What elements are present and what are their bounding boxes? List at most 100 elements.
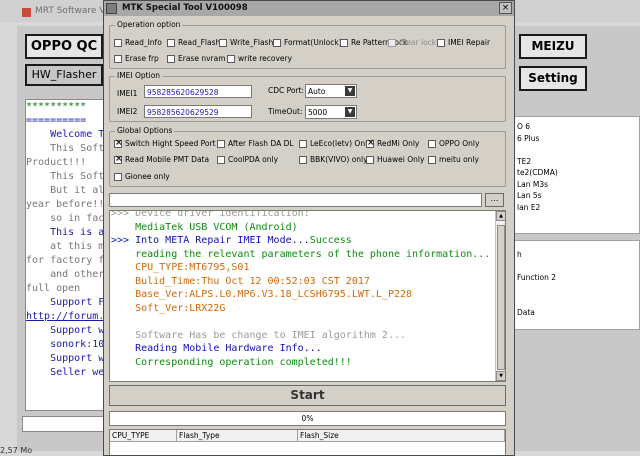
chevron-down-icon[interactable]: ▼ — [345, 107, 355, 117]
log-line: Base_Ver:ALPS.L0.MP6.V3.18_LCSH6795.LWT.… — [111, 288, 490, 302]
option-read-info[interactable]: Read_Info — [114, 38, 162, 47]
oppo-qc-button[interactable]: OPPO QC — [25, 34, 103, 59]
option-switch-hight-speed-port[interactable]: Switch Hight Speed Port — [114, 138, 216, 148]
checkbox[interactable] — [299, 155, 307, 164]
checkbox[interactable] — [366, 138, 375, 148]
timeout-value: 5000 — [308, 108, 328, 117]
option-format-unlock[interactable]: Format(Unlock) — [273, 38, 342, 47]
mrt-list-item[interactable] — [517, 295, 639, 307]
column-header-flash-size[interactable]: Flash_Size — [298, 430, 505, 442]
option-after-flash-da-dl[interactable]: After Flash DA DL — [217, 139, 294, 148]
mrt-log-line: Support Fo — [26, 297, 104, 308]
mrt-list-item[interactable]: lan E2 — [517, 202, 639, 214]
file-path-input[interactable] — [109, 193, 482, 207]
imei1-input[interactable]: 958285620629528 — [144, 85, 252, 98]
checkbox[interactable] — [219, 38, 227, 47]
checkbox[interactable] — [366, 155, 374, 164]
column-header-flash-type[interactable]: Flash_Type — [177, 430, 298, 442]
option-huawei-only[interactable]: Huawei Only — [366, 155, 424, 164]
mrt-list-item[interactable] — [517, 261, 639, 273]
mrt-list-item[interactable]: 6 Plus — [517, 133, 639, 145]
status-text: 2,57 Mo — [0, 446, 33, 455]
checkbox[interactable] — [227, 54, 235, 63]
imei2-input[interactable]: 958285620629529 — [144, 105, 252, 118]
option-write-recovery[interactable]: write recovery — [227, 54, 292, 63]
option-oppo-only[interactable]: OPPO Only — [428, 139, 479, 148]
meizu-button[interactable]: MEIZU — [519, 34, 587, 59]
checkbox[interactable] — [437, 38, 445, 47]
browse-button[interactable]: ... — [485, 193, 504, 207]
mrt-list-item[interactable]: Lan M3s — [517, 179, 639, 191]
mrt-list-item[interactable]: Lan 5s — [517, 190, 639, 202]
checkbox[interactable] — [217, 139, 225, 148]
device-info-table[interactable]: CPU_TYPE Flash_Type Flash_Size — [109, 429, 506, 455]
mrt-model-list[interactable]: O 66 Plus TE2 te2(CDMA) Lan M3s Lan 5s lan E2 — [514, 116, 640, 234]
option-erase-nvram[interactable]: Erase nvram — [167, 54, 226, 63]
scroll-down-icon[interactable]: ▼ — [496, 371, 505, 381]
setting-button[interactable]: Setting — [519, 66, 587, 91]
checkbox[interactable] — [167, 54, 175, 63]
mrt-list-item[interactable]: O 6 — [517, 121, 639, 133]
cdc-port-value: Auto — [308, 87, 326, 96]
timeout-select[interactable]: 5000 ▼ — [305, 105, 357, 119]
log-line: MediaTek USB VCOM (Android) — [111, 221, 490, 235]
column-header-cpu-type[interactable]: CPU_TYPE — [110, 430, 177, 442]
option-leeco-letv-only[interactable]: LeEco(letv) Only — [299, 139, 372, 148]
mrt-log-line: sonork:100 — [26, 339, 104, 350]
scroll-thumb[interactable] — [497, 225, 505, 370]
checkbox-label: meitu only — [439, 155, 479, 164]
option-gionee-only[interactable]: Gionee only — [114, 172, 170, 181]
log-scrollbar[interactable]: ▲ ▼ — [495, 211, 505, 381]
mrt-list-item[interactable]: TE2 — [517, 156, 639, 168]
option-meitu-only[interactable]: meitu only — [428, 155, 479, 164]
scroll-up-icon[interactable]: ▲ — [496, 211, 505, 221]
mrt-list-item[interactable]: Data — [517, 307, 639, 319]
checkbox-label: Write_Flash — [230, 38, 274, 47]
checkbox[interactable] — [217, 155, 225, 164]
close-icon[interactable]: × — [499, 2, 512, 14]
mtk-special-tool-dialog: MTK Special Tool V100098 × Operation opt… — [103, 0, 515, 456]
mrt-list-item[interactable]: h — [517, 249, 639, 261]
mrt-log-line: This Softw — [26, 143, 104, 154]
hw-flasher-button[interactable]: HW_Flasher — [25, 64, 103, 86]
checkbox[interactable] — [273, 38, 281, 47]
chevron-down-icon[interactable]: ▼ — [345, 86, 355, 96]
option-imei-repair[interactable]: IMEI Repair — [437, 38, 490, 47]
cdc-port-select[interactable]: Auto ▼ — [305, 84, 357, 98]
checkbox[interactable] — [114, 154, 123, 164]
option-clear-lock[interactable]: Clear lock — [388, 38, 436, 47]
checkbox[interactable] — [340, 38, 348, 47]
checkbox[interactable] — [114, 138, 123, 148]
log-text: Bulid_Time:Thu Oct 12 00:52:03 CST 2017 — [111, 275, 370, 287]
checkbox[interactable] — [167, 38, 175, 47]
log-line: Reading Mobile Hardware Info... — [111, 342, 490, 356]
checkbox[interactable] — [114, 172, 122, 181]
mrt-bottom-field[interactable] — [22, 416, 105, 432]
option-redmi-only[interactable]: RedMi Only — [366, 138, 419, 148]
checkbox[interactable] — [428, 155, 436, 164]
mrt-list-item[interactable]: te2(CDMA) — [517, 167, 639, 179]
checkbox-label: LeEco(letv) Only — [310, 139, 372, 148]
option-coolpda-only[interactable]: CoolPDA only — [217, 155, 278, 164]
mrt-function-list[interactable]: h Function 2 Data — [514, 240, 640, 330]
checkbox[interactable] — [299, 139, 307, 148]
option-bbk-vivo-only[interactable]: BBK(VIVO) only — [299, 155, 368, 164]
dialog-title-bar: MTK Special Tool V100098 × — [104, 1, 514, 16]
start-button[interactable]: Start — [109, 385, 506, 406]
mrt-list-item[interactable]: Function 2 — [517, 272, 639, 284]
option-read-mobile-pmt-data[interactable]: Read Mobile PMT Data — [114, 154, 209, 164]
checkbox[interactable] — [388, 38, 396, 47]
checkbox[interactable] — [428, 139, 436, 148]
log-text: >>> Device driver identification: — [111, 210, 310, 219]
option-write-flash[interactable]: Write_Flash — [219, 38, 273, 47]
mrt-log-area[interactable]: ********** ========== Welcome To This Sof… — [25, 99, 105, 411]
mrt-list-item[interactable] — [517, 284, 639, 296]
operation-log[interactable]: >>> Device driver identification: MediaT… — [109, 210, 506, 382]
mrt-list-item[interactable] — [517, 144, 639, 156]
checkbox[interactable] — [114, 54, 122, 63]
checkbox[interactable] — [114, 38, 122, 47]
imei1-label: IMEI1 — [117, 89, 138, 98]
option-read-flash[interactable]: Read_Flash — [167, 38, 220, 47]
option-erase-frp[interactable]: Erase frp — [114, 54, 159, 63]
